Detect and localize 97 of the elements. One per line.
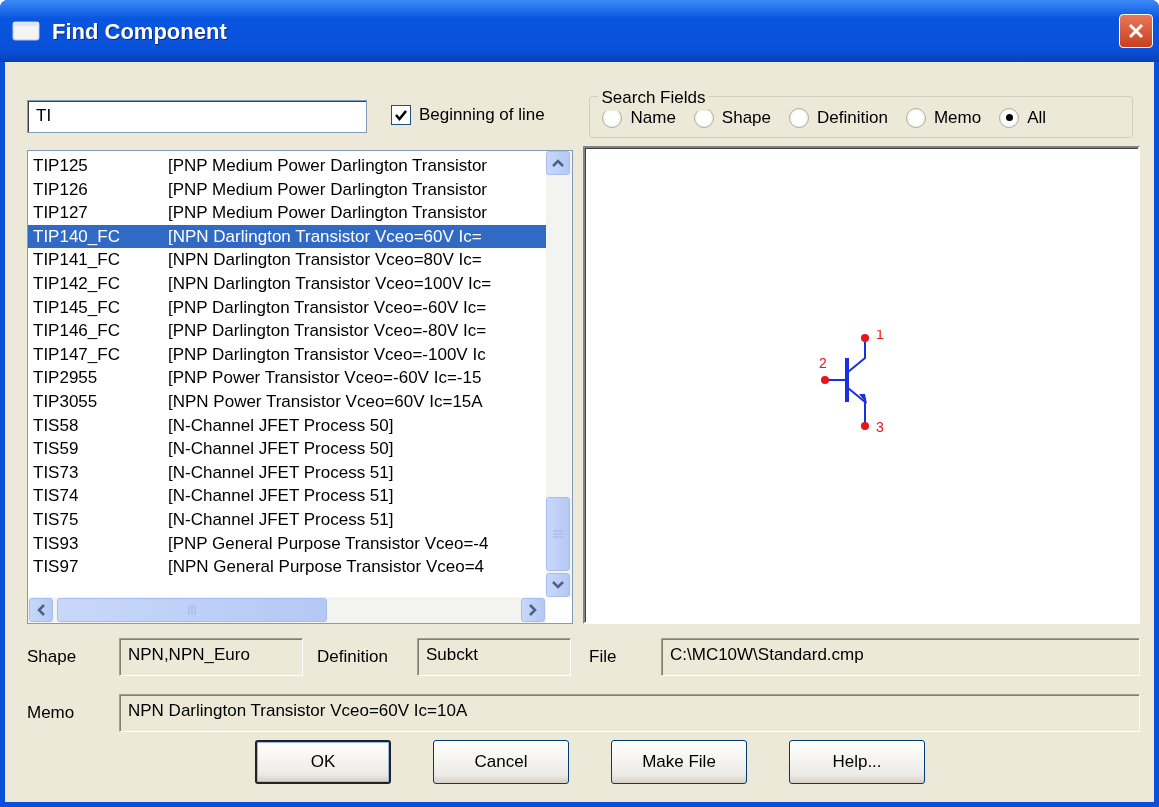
component-name: TIP145_FC — [32, 296, 121, 319]
chevron-up-icon — [552, 159, 564, 167]
component-name: TIP140_FC — [32, 225, 121, 248]
close-icon — [1127, 22, 1145, 40]
component-description: [PNP Medium Power Darlington Transistor — [168, 178, 488, 201]
list-row[interactable]: TIP147_FC [PNP Darlington Transistor Vceo=-100V Ic — [28, 342, 546, 367]
component-description: [NPN Darlington Transistor Vceo=80V Ic= — [168, 249, 482, 272]
list-row[interactable]: TIP145_FC [PNP Darlington Transistor Vceo=-60V Ic= — [28, 295, 546, 320]
window-title: Find Component — [52, 17, 227, 46]
pin-number: 2 — [818, 354, 827, 371]
list-row[interactable]: TIS58 [N-Channel JFET Process 50] — [28, 413, 546, 438]
radio-label: All — [1027, 107, 1047, 129]
component-name: TIP125 — [32, 155, 89, 178]
list-row[interactable]: TIS59 [N-Channel JFET Process 50] — [28, 437, 546, 461]
dialog-button[interactable]: Make File — [611, 740, 747, 784]
component-name: TIS93 — [32, 532, 80, 555]
close-button[interactable] — [1119, 14, 1153, 48]
list-row[interactable]: TIP127 [PNP Medium Power Darlington Transistor — [28, 201, 546, 225]
component-name: TIP2955 — [32, 367, 99, 390]
component-description: [NPN Power Transistor Vceo=60V Ic=15A — [168, 391, 483, 413]
list-row[interactable]: TIS74 [N-Channel JFET Process 51] — [28, 484, 546, 508]
shape-field: NPN,NPN_Euro — [119, 638, 303, 676]
component-description: [PNP Darlington Transistor Vceo=-100V Ic — [168, 343, 486, 366]
list-row[interactable]: TIP141_FC [NPN Darlington Transistor Vceo=80V Ic= — [28, 248, 546, 272]
memo-field: NPN Darlington Transistor Vceo=60V Ic=10A — [119, 694, 1140, 732]
component-description: [PNP Medium Power Darlington Transistor — [168, 155, 488, 178]
chevron-down-icon — [552, 581, 564, 589]
dialog-button[interactable]: Help... — [789, 740, 925, 784]
checkbox-label: Beginning of line — [419, 104, 545, 127]
scroll-thumb[interactable] — [57, 598, 327, 622]
component-description: [PNP Power Transistor Vceo=-60V Ic=-15 — [168, 367, 482, 390]
component-name: TIP147_FC — [32, 343, 121, 366]
component-name: TIP3055 — [32, 391, 99, 413]
dialog-button[interactable]: Cancel — [433, 740, 569, 784]
list-row[interactable]: TIP2955 [PNP Power Transistor Vceo=-60V Ic=-15 — [28, 366, 546, 390]
pin-number: 3 — [875, 418, 884, 435]
check-icon — [394, 108, 408, 122]
list-row[interactable]: TIP125 [PNP Medium Power Darlington Transistor — [28, 154, 546, 178]
list-row[interactable]: TIP3055 [NPN Power Transistor Vceo=60V Ic=15A — [28, 389, 546, 414]
component-description: [NPN Darlington Transistor Vceo=60V Ic= — [168, 225, 482, 248]
component-name: TIP127 — [32, 202, 89, 225]
chevron-left-icon — [37, 604, 45, 616]
component-name: TIS59 — [32, 438, 80, 461]
list-row[interactable]: TIS93 [PNP General Purpose Transistor Vceo=-4 — [28, 531, 546, 556]
component-description: [N-Channel JFET Process 51] — [168, 461, 394, 484]
radio-button[interactable] — [905, 107, 926, 128]
component-name: TIS97 — [32, 556, 80, 579]
component-description: [NPN Darlington Transistor Vceo=100V Ic= — [168, 273, 492, 295]
scroll-down-button[interactable] — [546, 573, 570, 597]
component-name: TIS75 — [32, 508, 80, 531]
list-row[interactable]: TIP142_FC [NPN Darlington Transistor Vceo=100V Ic= — [28, 271, 546, 296]
list-row[interactable]: TIP146_FC [PNP Darlington Transistor Vceo=-80V Ic= — [28, 319, 546, 343]
radio-label: Shape — [721, 107, 771, 129]
file-field: C:\MC10W\Standard.cmp — [661, 638, 1140, 676]
list-row[interactable]: TIP140_FC [NPN Darlington Transistor Vceo=60V Ic= — [28, 224, 546, 249]
component-description: [PNP Medium Power Darlington Transistor — [168, 202, 488, 225]
component-description: [NPN General Purpose Transistor Vceo=4 — [168, 556, 485, 579]
vertical-scrollbar[interactable] — [546, 151, 572, 597]
search-field[interactable]: TI — [27, 99, 367, 133]
component-description: [PNP Darlington Transistor Vceo=-60V Ic= — [168, 296, 487, 319]
dialog-button[interactable]: OK — [255, 740, 391, 784]
field-label: Memo — [27, 702, 76, 725]
checkbox[interactable] — [391, 105, 411, 125]
radio-button[interactable] — [999, 107, 1020, 128]
component-name: TIP142_FC — [32, 273, 121, 295]
component-name: TIS73 — [32, 461, 80, 484]
list-row[interactable]: TIP126 [PNP Medium Power Darlington Transistor — [28, 177, 546, 202]
scroll-up-button[interactable] — [546, 151, 570, 175]
list-row[interactable]: TIS97 [NPN General Purpose Transistor Vceo=4 — [28, 555, 546, 579]
component-name: TIP126 — [32, 178, 89, 201]
field-label: Shape — [27, 646, 78, 669]
list-row[interactable]: TIS73 [N-Channel JFET Process 51] — [28, 460, 546, 485]
horizontal-scrollbar[interactable] — [28, 597, 546, 623]
component-description: [N-Channel JFET Process 51] — [168, 485, 394, 508]
scroll-left-button[interactable] — [29, 598, 53, 622]
component-name: TIS74 — [32, 485, 80, 508]
component-description: [PNP Darlington Transistor Vceo=-80V Ic= — [168, 320, 487, 343]
component-description: [N-Channel JFET Process 50] — [168, 438, 394, 461]
component-name: TIP141_FC — [32, 249, 121, 272]
list-row[interactable]: TIS75 [N-Channel JFET Process 51] — [28, 507, 546, 532]
component-name: TIS58 — [32, 414, 80, 437]
component-list[interactable] — [27, 150, 573, 624]
radio-label: Definition — [817, 107, 888, 129]
radio-button[interactable] — [789, 107, 809, 128]
chevron-right-icon — [529, 604, 537, 616]
component-description: [N-Channel JFET Process 51] — [168, 508, 394, 531]
scroll-thumb[interactable] — [546, 497, 570, 571]
field-label: File — [589, 646, 618, 669]
window-icon — [12, 21, 40, 41]
component-description: [N-Channel JFET Process 50] — [168, 414, 394, 437]
component-name: TIP146_FC — [32, 320, 121, 343]
pin-number: 1 — [875, 329, 884, 342]
scroll-right-button[interactable] — [521, 598, 545, 622]
definition-field: Subckt — [417, 638, 571, 676]
field-label: Definition — [317, 646, 389, 669]
radio-label: Memo — [933, 107, 982, 129]
component-description: [PNP General Purpose Transistor Vceo=-4 — [168, 532, 489, 555]
